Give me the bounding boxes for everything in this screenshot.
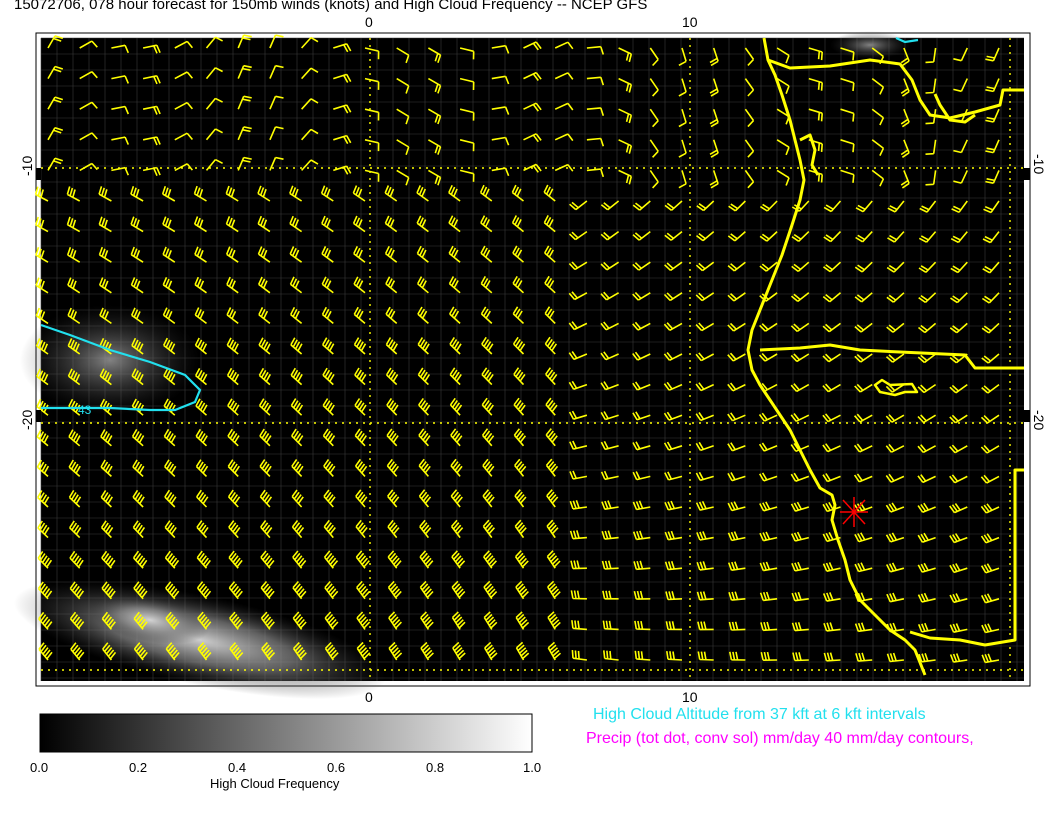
- colorbar-label: 0.4: [228, 760, 247, 775]
- x-tick-top-10: 10: [682, 14, 698, 30]
- colorbar-title: High Cloud Frequency: [210, 776, 340, 791]
- x-tick-top-0: 0: [365, 14, 373, 30]
- colorbar: [39, 713, 533, 753]
- x-tick-bottom-0: 0: [365, 689, 373, 705]
- colorbar-label: 0.8: [426, 760, 445, 775]
- contour-label: 43: [78, 403, 92, 417]
- x-tick-bottom-10: 10: [682, 689, 698, 705]
- y-tick-right-m10: -10: [1031, 154, 1047, 174]
- cloud-altitude-legend: High Cloud Altitude from 37 kft at 6 kft…: [593, 706, 926, 723]
- colorbar-label: 0.6: [327, 760, 346, 775]
- y-tick-right-m20: -20: [1031, 410, 1047, 430]
- colorbar-label: 0.0: [30, 760, 49, 775]
- precip-legend: Precip (tot dot, conv sol) mm/day 40 mm/…: [586, 730, 974, 747]
- weather-map: 43 0 10 0 10 -10 -20 -10 -20: [13, 14, 1047, 753]
- y-tick-left-m20: -20: [19, 410, 35, 430]
- y-tick-left-m10: -10: [19, 156, 35, 176]
- colorbar-label: 1.0: [523, 760, 542, 775]
- asterisk-marker: [840, 497, 868, 527]
- colorbar-label: 0.2: [129, 760, 148, 775]
